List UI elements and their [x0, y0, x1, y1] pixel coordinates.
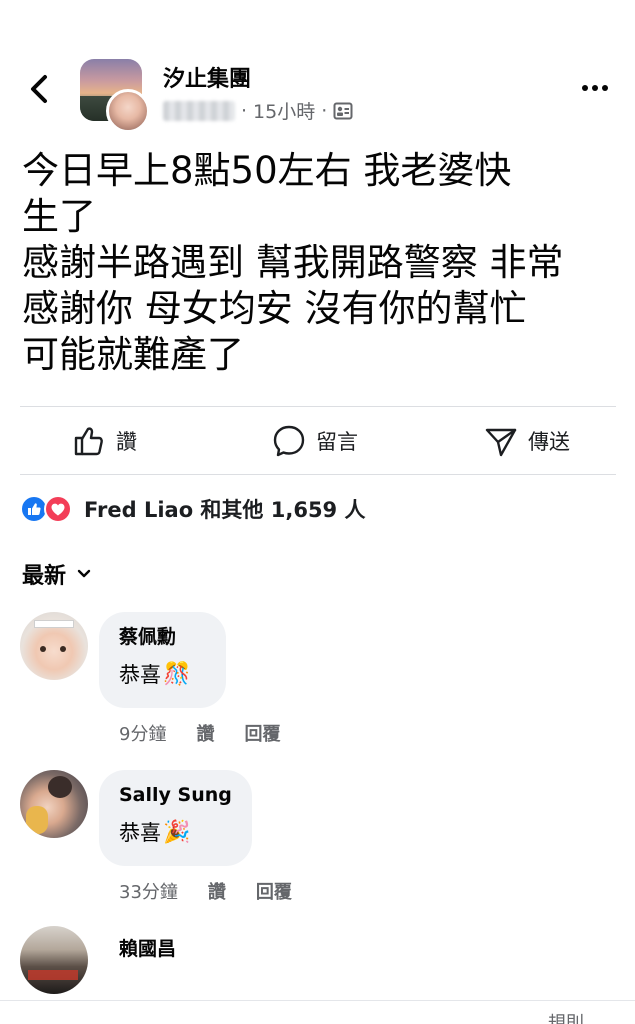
commenter-name[interactable]: 蔡佩勳 [119, 624, 206, 650]
like-label: 讚 [116, 430, 137, 454]
divider-bottom [20, 474, 616, 475]
comment-time: 33分鐘 [119, 882, 178, 903]
commenter-avatar[interactable] [20, 612, 88, 680]
more-options-button[interactable] [578, 73, 612, 103]
chevron-down-icon [77, 569, 91, 578]
love-reaction-icon [44, 495, 72, 523]
thumbs-up-icon [74, 427, 103, 456]
comment-sort-dropdown[interactable]: 最新 [22, 558, 92, 590]
comment-like-link[interactable]: 讚 [208, 878, 226, 904]
confetti-ball-emoji: 🎊 [163, 662, 191, 687]
comment-label: 留言 [316, 430, 358, 454]
commenter-avatar[interactable] [20, 770, 88, 838]
comment-bubble[interactable]: Sally Sung 恭喜 🎉 [99, 770, 252, 866]
party-popper-emoji: 🎉 [163, 820, 191, 845]
comment-bubble-icon [273, 425, 305, 457]
commenter-name[interactable]: 賴國昌 [119, 936, 176, 962]
post-text: 今日早上8點50左右 我老婆快 生了 感謝半路遇到 幫我開路警察 非常 感謝你 … [22, 149, 564, 376]
bottom-bar-text[interactable]: 規則 [548, 1009, 584, 1024]
send-label: 傳送 [528, 430, 570, 454]
comment-like-link[interactable]: 讚 [196, 720, 214, 746]
comment-time: 9分鐘 [119, 724, 167, 745]
bottom-bar: 規則 [0, 1000, 635, 1024]
comment-footer: 9分鐘 讚 回覆 [119, 720, 280, 746]
comment-text: 恭喜 🎉 [119, 818, 232, 848]
send-icon [485, 428, 517, 457]
group-privacy-icon [333, 102, 353, 119]
reaction-icons [20, 495, 78, 523]
like-button[interactable]: 讚 [72, 422, 137, 460]
sort-label: 最新 [22, 564, 67, 589]
more-dots-icon [582, 85, 588, 91]
comment-reply-link[interactable]: 回覆 [244, 720, 280, 746]
back-button[interactable] [24, 71, 54, 107]
meta-separator: · [241, 99, 248, 122]
comment-footer: 33分鐘 讚 回覆 [119, 878, 292, 904]
group-name[interactable]: 汐止集團 [163, 61, 251, 93]
meta-separator-2: · [321, 99, 328, 122]
commenter-avatar[interactable] [20, 926, 88, 994]
poster-avatar[interactable] [106, 89, 150, 133]
divider-top [20, 406, 616, 407]
post-meta: · 15小時 · [163, 97, 353, 124]
post-actions: 讚 留言 傳送 [0, 410, 635, 472]
post-time[interactable]: 15小時 [253, 97, 315, 124]
reaction-summary[interactable]: Fred Liao 和其他 1,659 人 [20, 494, 365, 524]
poster-name-blurred[interactable] [163, 100, 235, 121]
comment-reply-link[interactable]: 回覆 [256, 878, 292, 904]
comment-bubble[interactable]: 蔡佩勳 恭喜 🎊 [99, 612, 226, 708]
send-button[interactable]: 傳送 [484, 422, 570, 460]
comment-text: 恭喜 🎊 [119, 660, 206, 690]
commenter-name[interactable]: Sally Sung [119, 782, 232, 808]
back-arrow-icon [31, 75, 47, 103]
post-header: 汐止集團 · 15小時 · [0, 55, 635, 133]
reaction-summary-text: Fred Liao 和其他 1,659 人 [84, 498, 366, 522]
comment-button[interactable]: 留言 [272, 422, 358, 460]
